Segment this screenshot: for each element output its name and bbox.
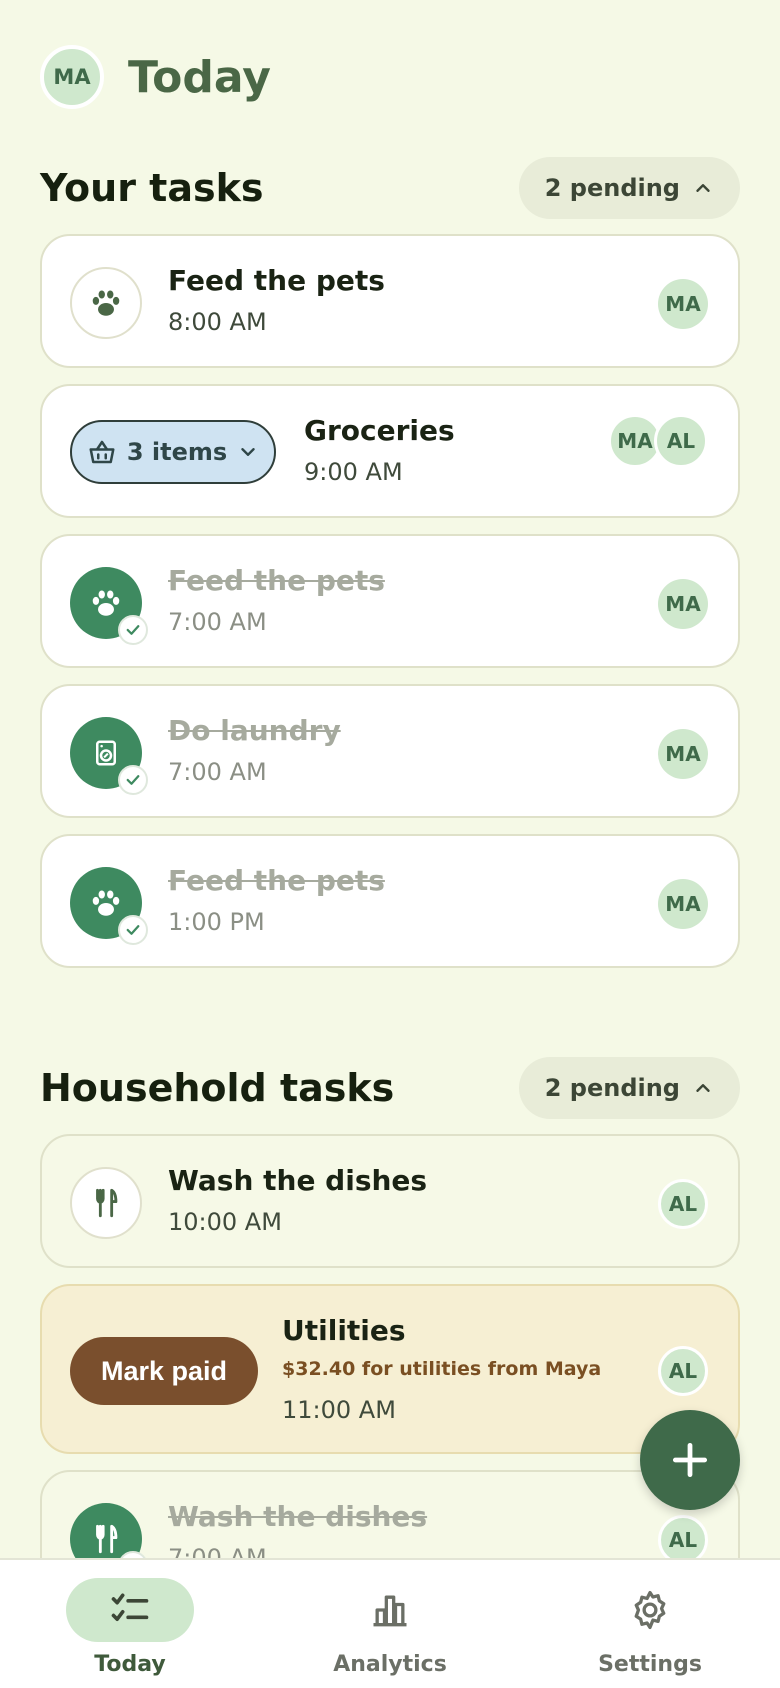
check-icon xyxy=(126,625,140,635)
plus-icon xyxy=(672,1442,708,1478)
task-card-groceries[interactable]: 3 items Groceries 9:00 AM MA AL xyxy=(40,384,740,518)
nav-item-today[interactable]: Today xyxy=(0,1560,260,1688)
nav-icon-container xyxy=(326,1578,454,1642)
utensils-icon xyxy=(96,1524,118,1554)
pending-count-label: 2 pending xyxy=(544,174,680,202)
bill-time: 11:00 AM xyxy=(282,1396,396,1424)
checklist-icon xyxy=(111,1593,149,1621)
assignee-avatar: AL xyxy=(658,1179,708,1229)
nav-icon-container xyxy=(586,1578,714,1642)
assignee-avatar: MA xyxy=(658,729,708,779)
items-count-label: 3 items xyxy=(126,438,228,466)
mark-paid-button[interactable]: Mark paid xyxy=(70,1337,258,1405)
household-tasks-pending-toggle[interactable]: 2 pending xyxy=(518,1057,740,1119)
household-tasks-header: Household tasks 2 pending xyxy=(40,1057,740,1119)
assignee-avatar: MA xyxy=(658,879,708,929)
task-time: 8:00 AM xyxy=(168,308,267,336)
header: MA Today xyxy=(40,45,271,109)
chevron-up-icon xyxy=(696,184,710,192)
nav-label: Analytics xyxy=(333,1652,447,1677)
user-avatar[interactable]: MA xyxy=(40,45,104,109)
task-icon xyxy=(70,867,148,945)
paw-icon xyxy=(92,590,120,616)
basket-icon xyxy=(89,440,115,464)
your-tasks-pending-toggle[interactable]: 2 pending xyxy=(518,157,740,219)
nav-item-analytics[interactable]: Analytics xyxy=(260,1560,520,1688)
chevron-up-icon xyxy=(696,1084,710,1092)
nav-item-settings[interactable]: Settings xyxy=(520,1560,780,1688)
task-icon xyxy=(70,567,148,645)
task-icon xyxy=(70,1167,142,1239)
task-card[interactable]: Feed the pets 7:00 AM MA xyxy=(40,534,740,668)
items-dropdown[interactable]: 3 items xyxy=(70,420,276,484)
task-time: 10:00 AM xyxy=(168,1208,282,1236)
task-time: 7:00 AM xyxy=(168,758,267,786)
paw-icon xyxy=(92,290,120,316)
page-title: Today xyxy=(128,51,271,103)
assignee-avatar: AL xyxy=(658,1346,708,1396)
task-title: Do laundry xyxy=(168,714,341,747)
task-time: 1:00 PM xyxy=(168,908,265,936)
task-title: Feed the pets xyxy=(168,864,385,897)
check-icon xyxy=(126,925,140,935)
assignee-avatar: MA xyxy=(658,579,708,629)
your-tasks-header: Your tasks 2 pending xyxy=(40,157,740,219)
task-time: 7:00 AM xyxy=(168,608,267,636)
nav-label: Today xyxy=(94,1652,166,1677)
chevron-down-icon xyxy=(241,448,255,456)
task-card[interactable]: Feed the pets 8:00 AM MA xyxy=(40,234,740,368)
task-card[interactable]: Do laundry 7:00 AM MA xyxy=(40,684,740,818)
assignee-avatar: MA xyxy=(658,279,708,329)
bill-card[interactable]: Mark paid Utilities $32.40 for utilities… xyxy=(40,1284,740,1454)
check-icon xyxy=(126,775,140,785)
paw-icon xyxy=(92,890,120,916)
assignee-avatar-al: AL xyxy=(654,414,708,468)
task-card[interactable]: Wash the dishes 10:00 AM AL xyxy=(40,1134,740,1268)
household-tasks-heading: Household tasks xyxy=(40,1066,395,1110)
task-title: Groceries xyxy=(304,414,455,447)
add-task-button[interactable] xyxy=(640,1410,740,1510)
utensils-icon xyxy=(96,1188,118,1218)
bar-chart-icon xyxy=(373,1595,407,1627)
completed-check-badge xyxy=(118,765,148,795)
pending-count-label: 2 pending xyxy=(544,1074,680,1102)
bottom-navigation: Today Analytics Settings xyxy=(0,1558,780,1688)
completed-check-badge xyxy=(118,615,148,645)
washing-machine-icon xyxy=(96,740,116,766)
task-title: Feed the pets xyxy=(168,564,385,597)
task-title: Wash the dishes xyxy=(168,1500,428,1533)
task-icon xyxy=(70,717,148,795)
bill-description: $32.40 for utilities from Maya xyxy=(282,1358,602,1380)
task-icon xyxy=(70,267,142,339)
completed-check-badge xyxy=(118,915,148,945)
your-tasks-heading: Your tasks xyxy=(40,166,264,210)
task-title: Wash the dishes xyxy=(168,1164,428,1197)
bill-title: Utilities xyxy=(282,1314,406,1347)
task-card[interactable]: Feed the pets 1:00 PM MA xyxy=(40,834,740,968)
nav-label: Settings xyxy=(598,1652,702,1677)
nav-icon-container xyxy=(66,1578,194,1642)
gear-icon xyxy=(634,1590,666,1630)
task-time: 9:00 AM xyxy=(304,458,403,486)
task-title: Feed the pets xyxy=(168,264,385,297)
